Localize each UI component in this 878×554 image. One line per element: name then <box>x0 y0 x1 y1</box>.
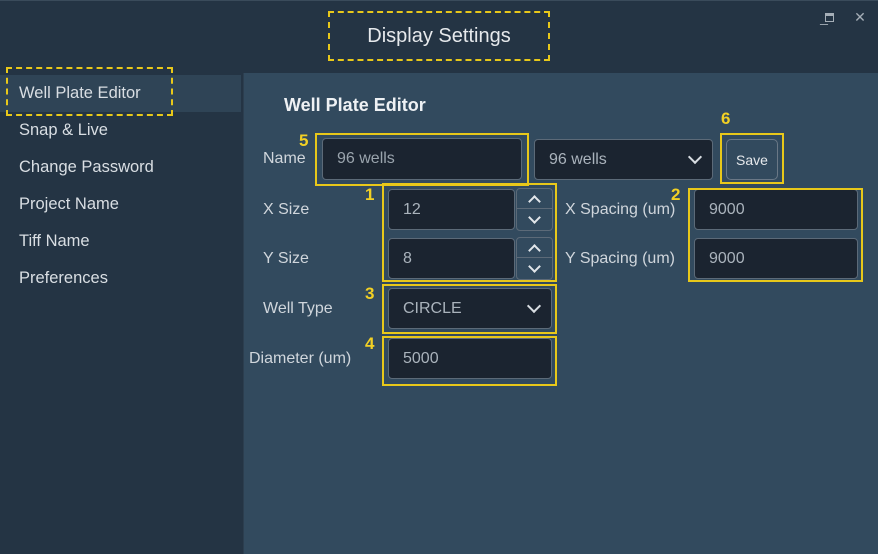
sidebar-item-tiff-name[interactable]: Tiff Name <box>0 223 243 260</box>
sidebar-item-label: Change Password <box>19 158 154 176</box>
name-value: 96 wells <box>337 150 395 167</box>
annotation-label-6: 6 <box>721 109 731 128</box>
y-size-input[interactable]: 8 <box>388 238 515 279</box>
name-input[interactable]: 96 wells <box>322 138 522 180</box>
x-size-value: 12 <box>403 200 421 218</box>
sidebar-item-well-plate-editor[interactable]: Well Plate Editor <box>0 75 241 112</box>
y-size-decrement-button[interactable] <box>517 259 552 279</box>
window-title: Display Settings <box>367 25 511 47</box>
x-size-decrement-button[interactable] <box>517 210 552 230</box>
annotation-label-3: 3 <box>365 284 375 303</box>
save-label: Save <box>736 151 768 168</box>
sidebar-item-project-name[interactable]: Project Name <box>0 186 243 223</box>
y-spacing-label: Y Spacing (um) <box>565 250 675 267</box>
chevron-down-icon <box>687 149 703 165</box>
chevron-down-icon <box>528 211 541 224</box>
annotation-label-4: 4 <box>365 334 375 353</box>
section-heading: Well Plate Editor <box>284 95 426 115</box>
sidebar-item-change-password[interactable]: Change Password <box>0 149 243 186</box>
diameter-label: Diameter (um) <box>249 350 352 367</box>
title-annotation-box: Display Settings <box>328 11 550 61</box>
sidebar-item-label: Tiff Name <box>19 232 90 250</box>
well-type-label: Well Type <box>263 300 333 317</box>
name-label: Name <box>263 150 306 167</box>
y-size-value: 8 <box>403 249 412 267</box>
chevron-up-icon <box>528 194 541 208</box>
sidebar-item-label: Project Name <box>19 195 119 213</box>
well-type-dropdown[interactable]: CIRCLE <box>388 288 552 329</box>
title-bar: Display Settings _ ✕ <box>0 0 878 73</box>
close-icon: ✕ <box>854 9 866 25</box>
x-size-stepper[interactable] <box>516 188 553 231</box>
chevron-up-icon <box>528 243 541 257</box>
diameter-input[interactable]: 5000 <box>388 338 552 379</box>
y-spacing-value: 9000 <box>709 249 745 267</box>
sidebar-item-label: Well Plate Editor <box>19 84 141 102</box>
annotation-label-1: 1 <box>365 185 375 204</box>
sidebar: Well Plate Editor Snap & Live Change Pas… <box>0 73 243 554</box>
y-size-label: Y Size <box>263 250 309 267</box>
sidebar-item-label: Snap & Live <box>19 121 108 139</box>
well-type-value: CIRCLE <box>403 299 462 317</box>
close-button[interactable]: ✕ <box>845 7 875 27</box>
plate-preset-dropdown[interactable]: 96 wells <box>534 139 713 180</box>
plate-preset-value: 96 wells <box>549 150 607 168</box>
diameter-value: 5000 <box>403 349 439 367</box>
x-spacing-input[interactable]: 9000 <box>694 189 858 230</box>
y-spacing-input[interactable]: 9000 <box>694 238 858 279</box>
chevron-down-icon <box>528 260 541 273</box>
x-size-increment-button[interactable] <box>517 189 552 209</box>
annotation-label-5: 5 <box>299 131 309 150</box>
sidebar-item-preferences[interactable]: Preferences <box>0 260 243 297</box>
maximize-icon <box>824 13 834 22</box>
maximize-button[interactable] <box>818 7 840 27</box>
save-button[interactable]: Save <box>726 139 778 180</box>
sidebar-item-snap-live[interactable]: Snap & Live <box>0 112 243 149</box>
y-size-stepper[interactable] <box>516 237 553 280</box>
x-size-label: X Size <box>263 201 310 218</box>
x-spacing-label: X Spacing (um) <box>565 201 676 218</box>
y-size-increment-button[interactable] <box>517 238 552 258</box>
sidebar-item-label: Preferences <box>19 269 108 287</box>
x-spacing-value: 9000 <box>709 200 745 218</box>
x-size-input[interactable]: 12 <box>388 189 515 230</box>
chevron-down-icon <box>526 298 542 314</box>
annotation-label-2: 2 <box>671 185 681 204</box>
